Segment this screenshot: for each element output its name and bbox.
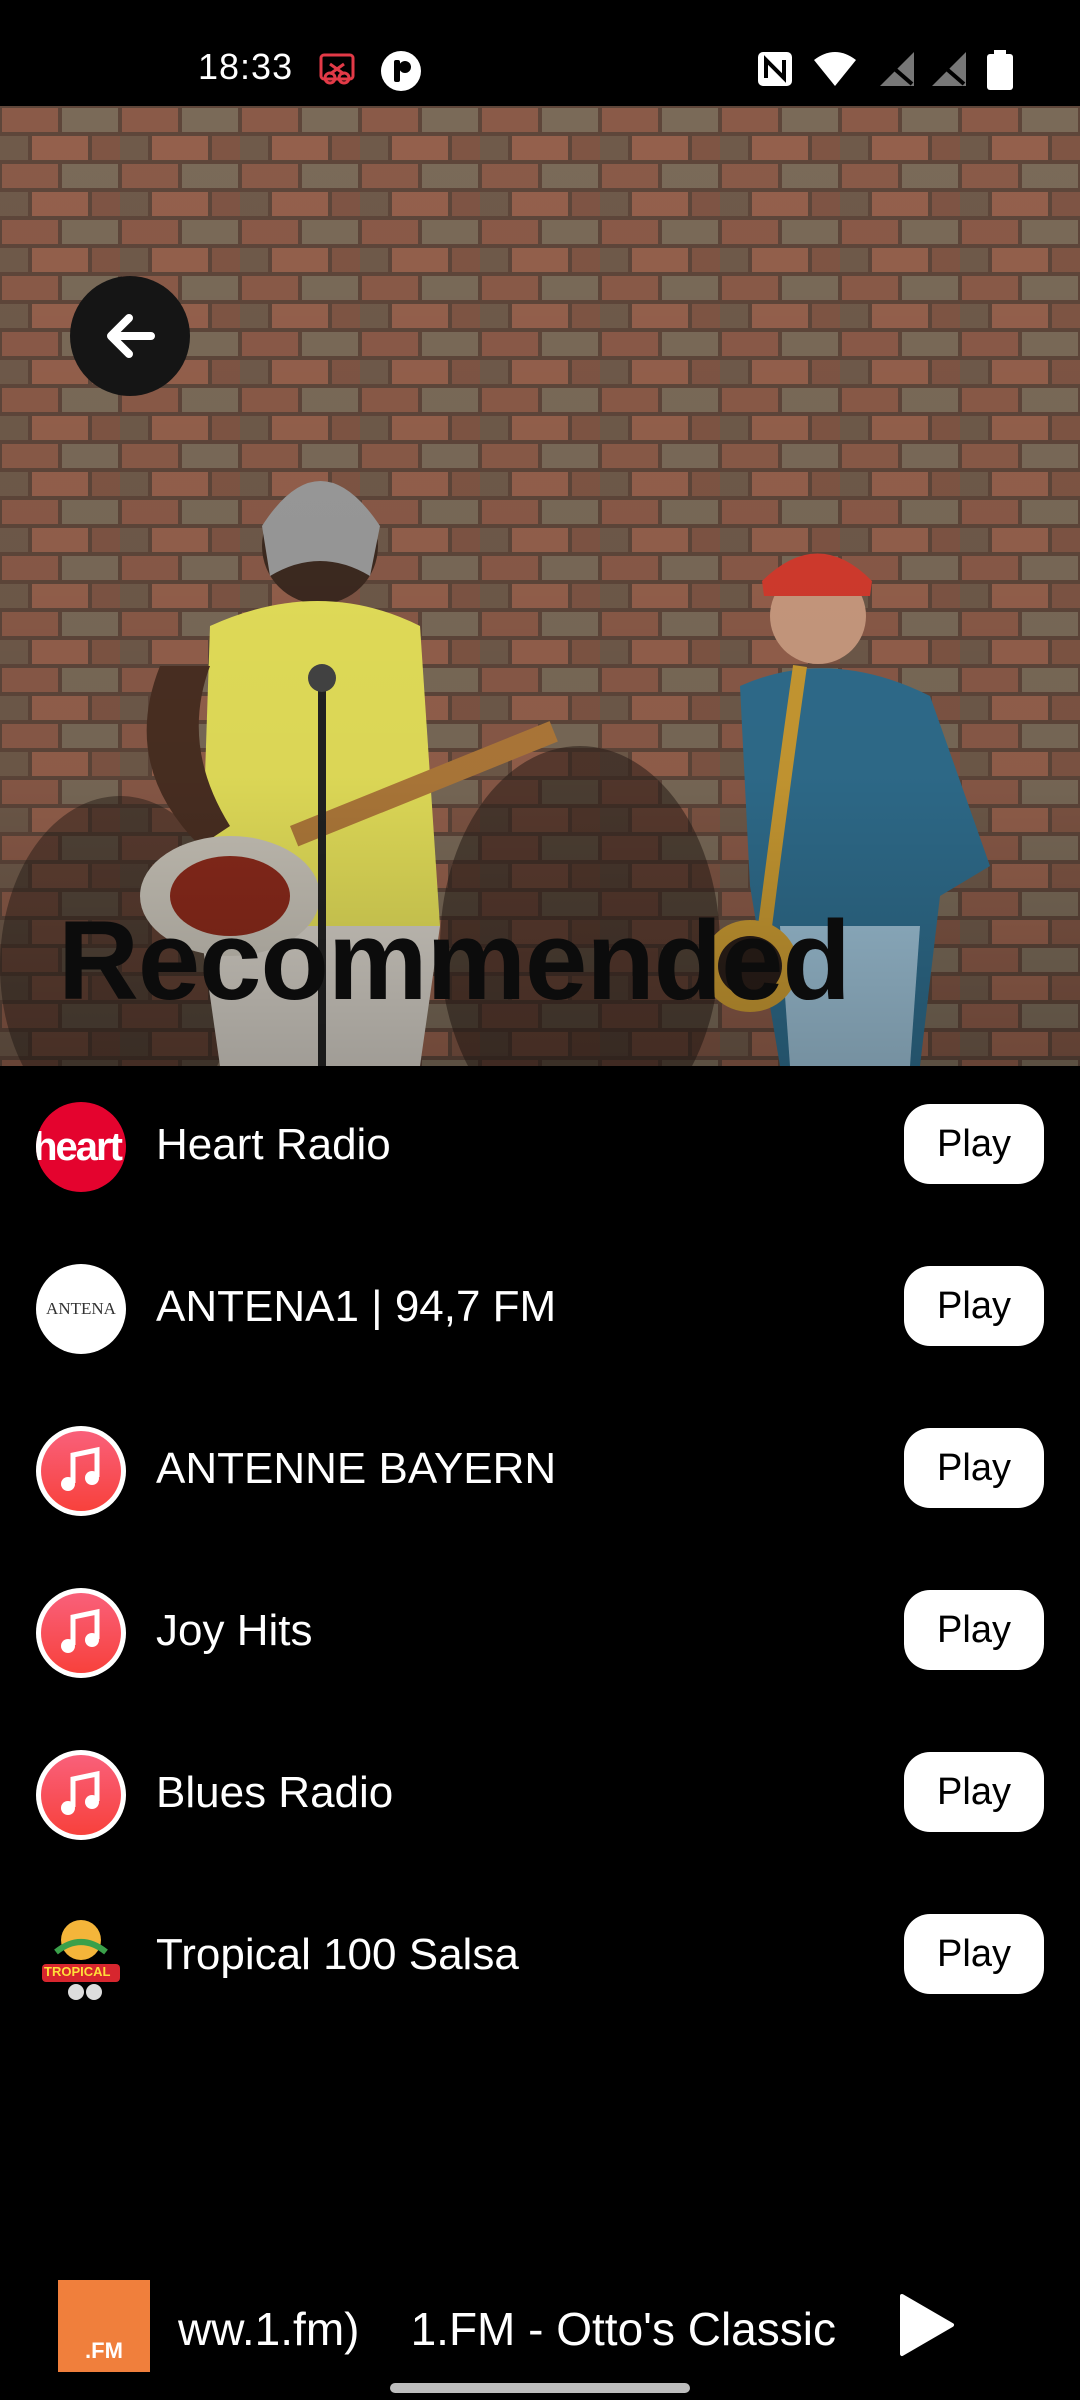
station-row-tropical-100-salsa[interactable]: TROPICAL Tropical 100 Salsa Play: [0, 1876, 1080, 2038]
play-button[interactable]: Play: [904, 1104, 1044, 1184]
play-button[interactable]: Play: [904, 1428, 1044, 1508]
station-row-antena1[interactable]: ANTENA ANTENA1 | 94,7 FM Play: [0, 1228, 1080, 1390]
now-playing-text: ww.1.fm) 1.FM - Otto's Classic: [178, 2302, 858, 2362]
play-button[interactable]: Play: [904, 1752, 1044, 1832]
station-name: Blues Radio: [156, 1768, 394, 1817]
play-button[interactable]: Play: [904, 1914, 1044, 1994]
play-icon: [900, 2294, 954, 2356]
app-notification-icon: [380, 50, 422, 92]
station-name: Joy Hits: [156, 1606, 313, 1655]
heart-logo-text: heart: [36, 1124, 123, 1169]
page-title: Recommended: [58, 898, 851, 1023]
play-button[interactable]: Play: [904, 1590, 1044, 1670]
arrow-left-icon: [107, 314, 155, 358]
mini-play-button[interactable]: [890, 2290, 960, 2360]
station-row-blues-radio[interactable]: Blues Radio Play: [0, 1714, 1080, 1876]
status-time: 18:33: [198, 46, 294, 87]
station-artwork: .FM: [58, 2280, 150, 2372]
music-note-icon: [36, 1426, 126, 1516]
now-playing-title: ww.1.fm) 1.FM - Otto's Classic: [178, 2303, 836, 2355]
antena1-logo: ANTENA: [36, 1264, 126, 1354]
status-bar: 18:33: [0, 0, 1080, 106]
wifi-icon: [812, 50, 858, 88]
station-row-antenne-bayern[interactable]: ANTENNE BAYERN Play: [0, 1390, 1080, 1552]
music-note-icon: [36, 1750, 126, 1840]
mini-player[interactable]: .FM ww.1.fm) 1.FM - Otto's Classic: [0, 2262, 1080, 2386]
play-button[interactable]: Play: [904, 1266, 1044, 1346]
hero-image: Recommended: [0, 106, 1080, 1066]
station-row-joy-hits[interactable]: Joy Hits Play: [0, 1552, 1080, 1714]
music-note-icon: [36, 1588, 126, 1678]
nfc-icon: [756, 50, 794, 88]
tropical-logo: TROPICAL: [36, 1912, 126, 2002]
screen-record-icon: [318, 50, 356, 88]
battery-icon: [986, 50, 1014, 90]
station-name: Tropical 100 Salsa: [156, 1930, 519, 1979]
signal-1-icon: [878, 50, 916, 88]
station-name: Heart Radio: [156, 1120, 391, 1169]
tropical-logo-text: TROPICAL: [44, 1964, 111, 1979]
station-name: ANTENNE BAYERN: [156, 1444, 557, 1493]
station-name: ANTENA1 | 94,7 FM: [156, 1282, 557, 1331]
signal-2-icon: [930, 50, 968, 88]
antena1-logo-text: ANTENA: [46, 1299, 116, 1318]
back-button[interactable]: [70, 276, 190, 396]
artwork-text: .FM: [85, 2338, 123, 2363]
home-indicator[interactable]: [390, 2383, 690, 2393]
heart-logo: heart: [36, 1102, 126, 1192]
station-row-heart-radio[interactable]: heart Heart Radio Play: [0, 1066, 1080, 1228]
